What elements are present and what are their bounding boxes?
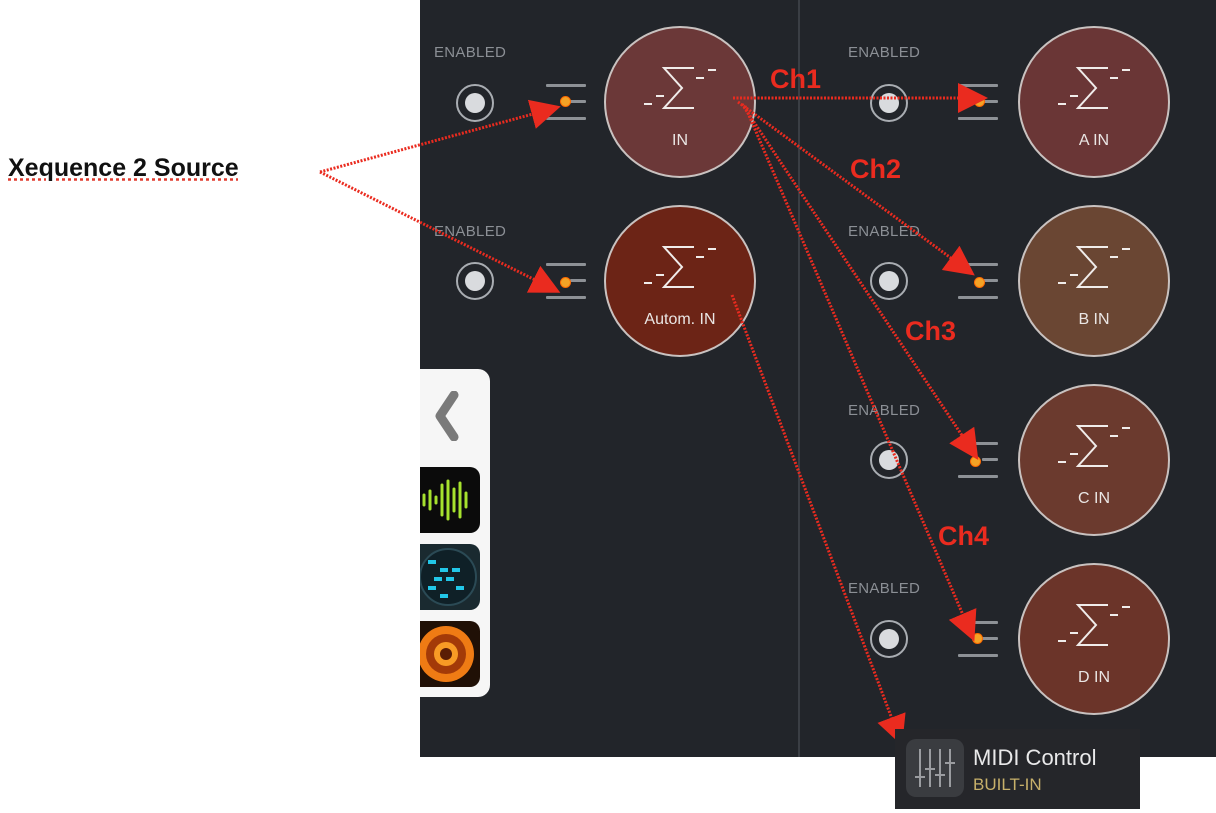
channel-label: Ch3 xyxy=(905,316,957,346)
channel-label: Ch2 xyxy=(850,154,902,184)
midi-control-title: MIDI Control xyxy=(973,745,1097,770)
mixer-faders-icon xyxy=(906,739,964,797)
midi-control-item[interactable]: MIDI Control BUILT-IN xyxy=(895,729,1140,809)
midi-control-subtitle: BUILT-IN xyxy=(973,775,1042,794)
channel-label: Ch4 xyxy=(938,521,990,551)
channel-label: Ch1 xyxy=(770,64,822,94)
annotation-arrows xyxy=(319,83,988,746)
